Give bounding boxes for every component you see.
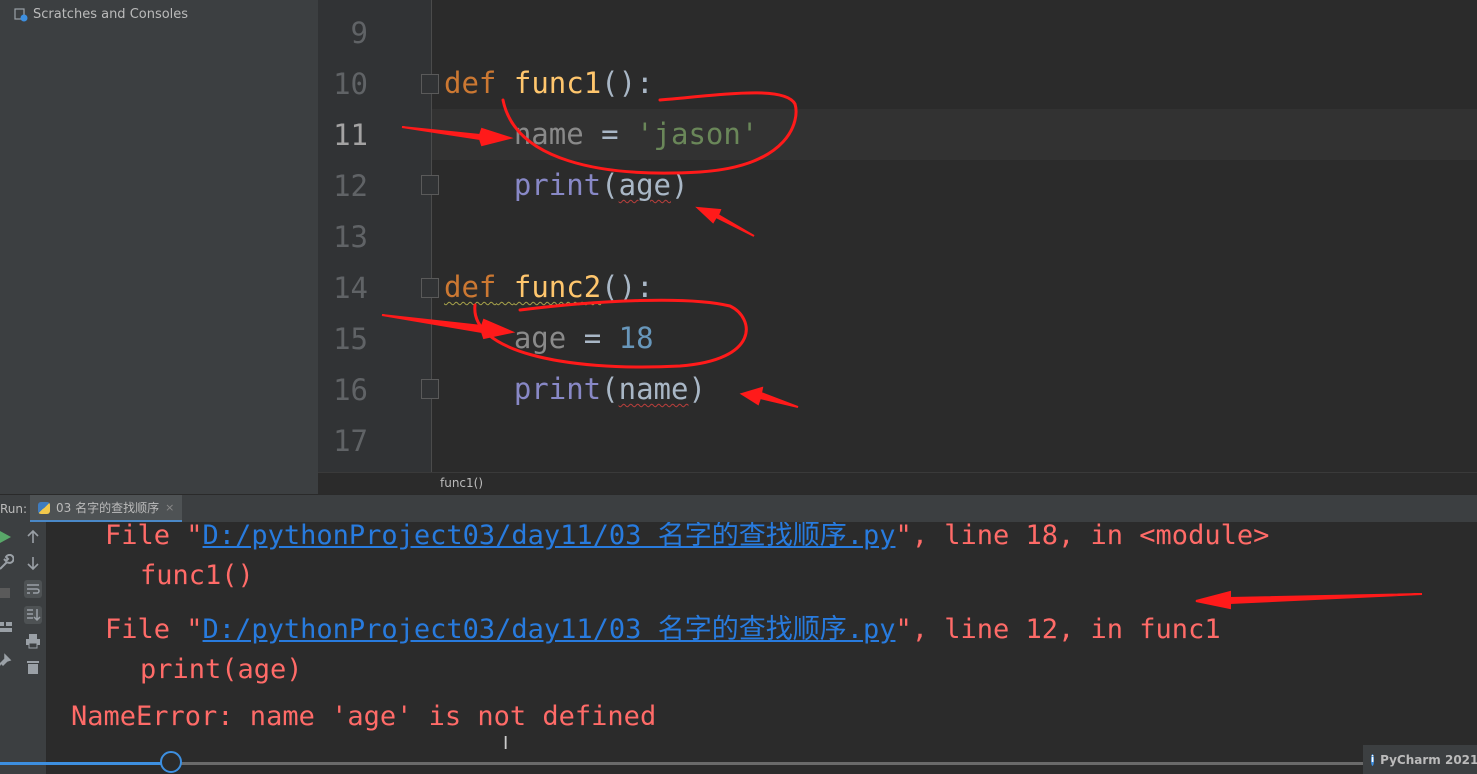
- operator: =: [583, 117, 637, 151]
- punctuation: ():: [601, 66, 654, 100]
- pin-icon[interactable]: [0, 652, 14, 670]
- arrow-down-icon[interactable]: [24, 554, 42, 572]
- line-number-current: 11: [333, 118, 368, 152]
- traceback-text: File ": [105, 522, 203, 551]
- code-line-10[interactable]: def func1():: [444, 66, 654, 100]
- variable: age: [513, 321, 567, 355]
- traceback-code-line: func1(): [140, 560, 254, 591]
- wrench-icon[interactable]: [0, 553, 15, 572]
- code-line-11[interactable]: name = 'jason': [444, 117, 758, 151]
- python-file-icon: [38, 501, 50, 514]
- scratches-and-consoles-item[interactable]: Scratches and Consoles: [14, 7, 188, 22]
- punctuation: (: [601, 168, 619, 202]
- number-literal: 18: [618, 321, 654, 355]
- close-icon[interactable]: ×: [165, 501, 174, 514]
- stop-icon[interactable]: [0, 584, 14, 602]
- line-number: 9: [350, 16, 368, 50]
- info-icon: i: [1371, 753, 1375, 766]
- soft-wrap-icon[interactable]: [24, 580, 42, 598]
- variable: name: [513, 117, 584, 151]
- arrow-up-icon[interactable]: [24, 528, 42, 546]
- breadcrumb-function[interactable]: func1(): [440, 476, 483, 490]
- line-number: 10: [333, 67, 368, 101]
- line-number: 13: [333, 220, 368, 254]
- line-number: 14: [333, 271, 368, 305]
- scratches-label: Scratches and Consoles: [33, 7, 189, 22]
- notification-text: PyCharm 2021: [1380, 752, 1477, 767]
- punctuation: ): [671, 168, 689, 202]
- function-name: func1: [513, 66, 602, 100]
- line-number: 16: [333, 373, 368, 407]
- unresolved-reference: age: [618, 168, 672, 202]
- editor-breadcrumb[interactable]: func1(): [318, 472, 1477, 495]
- run-tab-title: 03 名字的查找顺序: [56, 501, 160, 515]
- gutter-divider: [431, 0, 432, 472]
- layout-icon[interactable]: [0, 618, 14, 636]
- fold-marker[interactable]: [421, 74, 439, 94]
- line-number: 12: [333, 169, 368, 203]
- traceback-line: File "D:/pythonProject03/day11/03 名字的查找顺…: [105, 607, 1221, 646]
- run-label: Run:: [0, 502, 28, 516]
- run-icon[interactable]: [0, 528, 14, 546]
- code-line-14[interactable]: def func2():: [444, 270, 654, 304]
- fold-marker[interactable]: [421, 278, 439, 298]
- function-name: func2: [513, 270, 602, 304]
- code-editor[interactable]: 9 10 11 12 13 14 15 16 17 def func1(): n…: [318, 0, 1477, 472]
- traceback-code-line: print(age): [140, 654, 303, 685]
- traceback-text: File ": [105, 614, 203, 645]
- scroll-to-end-icon[interactable]: [24, 606, 42, 624]
- code-line-16[interactable]: print(name): [444, 372, 706, 406]
- code-line-15[interactable]: age = 18: [444, 321, 654, 355]
- string-literal: 'jason': [636, 117, 759, 151]
- line-number: 17: [333, 424, 368, 458]
- traceback-text: ", line 18, in <module>: [895, 522, 1270, 551]
- file-link[interactable]: D:/pythonProject03/day11/03 名字的查找顺序.py: [203, 614, 896, 645]
- traceback-line: File "D:/pythonProject03/day11/03 名字的查找顺…: [105, 522, 1269, 552]
- punctuation: ): [688, 372, 706, 406]
- run-tool-strip: [0, 522, 47, 774]
- run-toolbar: Run: 03 名字的查找顺序 ×: [0, 494, 1477, 523]
- punctuation: ():: [601, 270, 654, 304]
- unresolved-reference: name: [618, 372, 689, 406]
- line-number: 15: [333, 322, 368, 356]
- print-icon[interactable]: [24, 632, 42, 650]
- run-console[interactable]: File "D:/pythonProject03/day11/03 名字的查找顺…: [47, 522, 1477, 774]
- traceback-text: ", line 12, in func1: [895, 614, 1221, 645]
- line-gutter: 9 10 11 12 13 14 15 16 17: [318, 0, 431, 472]
- playback-slider[interactable]: [0, 762, 1477, 765]
- punctuation: (: [601, 372, 619, 406]
- notification-badge[interactable]: i PyCharm 2021: [1363, 745, 1477, 774]
- file-link[interactable]: D:/pythonProject03/day11/03 名字的查找顺序.py: [203, 522, 896, 551]
- fold-marker[interactable]: [421, 379, 439, 399]
- keyword: def: [444, 270, 497, 304]
- keyword: def: [444, 66, 497, 100]
- fold-marker[interactable]: [421, 175, 439, 195]
- slider-fill: [0, 762, 172, 765]
- trash-icon[interactable]: [24, 658, 42, 676]
- text-cursor-icon: I: [503, 733, 509, 754]
- error-message: NameError: name 'age' is not defined: [71, 701, 657, 732]
- project-sidebar: Scratches and Consoles: [0, 0, 318, 494]
- operator: =: [566, 321, 619, 355]
- scratches-icon: [14, 7, 28, 22]
- code-line-12[interactable]: print(age): [444, 168, 689, 202]
- builtin-print: print: [513, 372, 602, 406]
- run-tab[interactable]: 03 名字的查找顺序 ×: [30, 495, 183, 522]
- builtin-print: print: [513, 168, 602, 202]
- slider-knob[interactable]: [160, 751, 182, 773]
